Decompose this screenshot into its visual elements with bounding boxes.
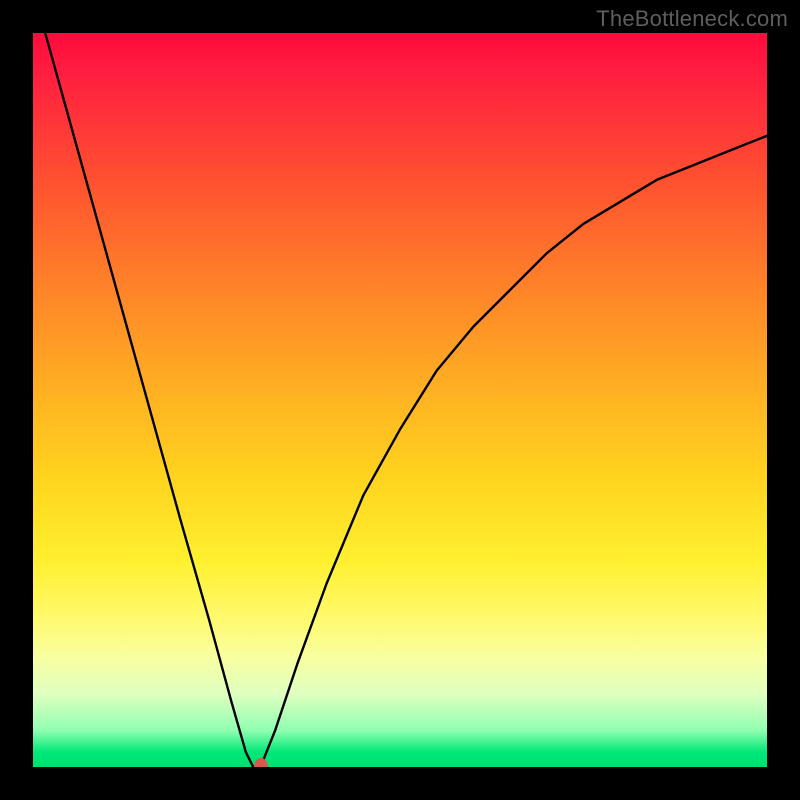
bottleneck-curve (33, 33, 767, 767)
chart-frame: TheBottleneck.com (0, 0, 800, 800)
plot-area (33, 33, 767, 767)
watermark-text: TheBottleneck.com (596, 6, 788, 32)
